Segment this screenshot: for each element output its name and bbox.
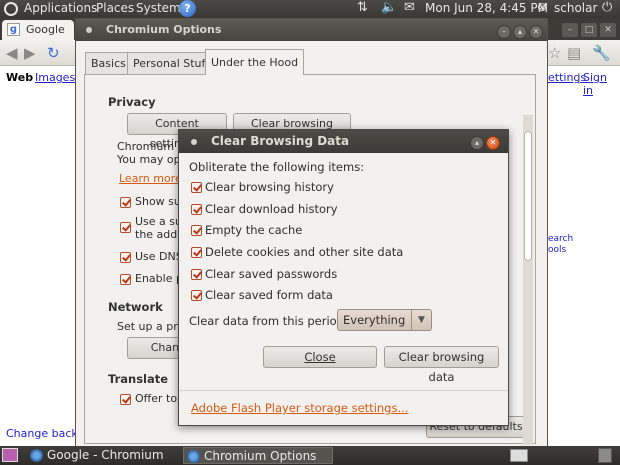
window-menu-icon[interactable]	[86, 27, 92, 33]
clear-history-label: Clear browsing history	[205, 180, 334, 194]
options-maximize-icon[interactable]: ▴	[513, 25, 527, 39]
maximize-icon[interactable]: □	[581, 23, 597, 37]
bottom-panel: Google - Chromium Chromium Options	[0, 446, 620, 465]
task-chromium-options-label: Chromium Options	[204, 449, 317, 463]
dialog-menu-icon[interactable]	[191, 139, 197, 145]
star-icon[interactable]: ☆	[548, 44, 561, 62]
power-icon[interactable]: ⏻	[602, 0, 612, 15]
clear-passwords-checkbox[interactable]	[191, 269, 202, 280]
dialog-separator	[179, 390, 508, 391]
period-select[interactable]: Everything ▼	[337, 309, 432, 331]
options-close-icon[interactable]: ✕	[529, 25, 543, 39]
chromium-icon	[30, 449, 43, 462]
browser-tab-title: Google	[26, 23, 65, 36]
menu-applications[interactable]: Applications	[24, 1, 97, 15]
browser-window-controls: – □ ✕	[559, 21, 616, 37]
volume-icon[interactable]: 🔈	[381, 0, 397, 15]
wrench-icon[interactable]: 🔧	[592, 44, 611, 62]
mail-icon[interactable]: ✉	[404, 0, 415, 15]
clock[interactable]: Mon Jun 28, 4:45 PM	[425, 1, 548, 15]
privacy-desc-line2: You may opt	[117, 153, 185, 166]
clear-passwords-label: Clear saved passwords	[205, 267, 338, 281]
dialog-intro: Obliterate the following items:	[189, 160, 365, 174]
suggest-checkbox[interactable]	[120, 197, 131, 208]
dns-checkbox[interactable]	[120, 252, 131, 263]
clear-browsing-data-dialog: Clear Browsing Data ▴ ✕ Obliterate the fo…	[178, 129, 509, 426]
clear-downloads-checkbox[interactable]	[191, 204, 202, 215]
options-titlebar: Chromium Options – ▴ ✕	[76, 19, 547, 41]
options-minimize-icon[interactable]: –	[497, 25, 511, 39]
google-favicon-icon: g	[7, 23, 20, 36]
empty-cache-label: Empty the cache	[205, 223, 303, 237]
reload-icon[interactable]: ↻	[47, 44, 60, 62]
user-name[interactable]: scholar	[554, 1, 597, 15]
menu-places[interactable]: Places	[96, 1, 134, 15]
google-nav-web[interactable]: Web	[6, 71, 33, 84]
dialog-titlebar: Clear Browsing Data ▴ ✕	[179, 130, 508, 153]
clear-form-data-checkbox[interactable]	[191, 290, 202, 301]
flash-settings-link[interactable]: Adobe Flash Player storage settings...	[191, 401, 408, 415]
options-title: Chromium Options	[106, 23, 222, 36]
google-nav-images[interactable]: Images	[35, 71, 75, 84]
menu-system[interactable]: System	[136, 1, 181, 15]
dialog-title: Clear Browsing Data	[211, 134, 350, 148]
learn-more-link[interactable]: Learn more	[119, 172, 182, 185]
top-panel: Applications Places System ? ⇅ 🔈 ✉ Mon J…	[0, 0, 620, 18]
task-google-chromium[interactable]: Google - Chromium	[27, 447, 179, 464]
options-scrollbar[interactable]	[523, 115, 533, 445]
help-icon[interactable]: ?	[179, 0, 196, 17]
task-chromium-options[interactable]: Chromium Options	[183, 447, 333, 464]
options-scroll-thumb[interactable]	[524, 131, 532, 261]
task-google-chromium-label: Google - Chromium	[47, 448, 164, 462]
chevron-down-icon[interactable]: ▼	[411, 310, 431, 330]
network-icon[interactable]: ⇅	[357, 0, 368, 15]
trash-icon[interactable]	[598, 448, 612, 463]
user-status-icon: ⊗	[537, 0, 548, 14]
workspace-switcher[interactable]	[510, 449, 528, 462]
tab-personal-stuff[interactable]: Personal Stuff	[127, 52, 216, 74]
dialog-maximize-icon[interactable]: ▴	[470, 136, 484, 150]
google-search-link[interactable]: earch	[548, 234, 573, 244]
page-menu-icon[interactable]: ▤	[567, 44, 581, 62]
translate-checkbox[interactable]	[120, 394, 131, 405]
link-separator: |	[577, 71, 581, 84]
google-signin-link[interactable]: Sign in	[583, 71, 620, 97]
browser-tab[interactable]: g Google	[2, 20, 74, 40]
clear-form-data-label: Clear saved form data	[205, 288, 333, 302]
tab-under-the-hood[interactable]: Under the Hood	[205, 49, 305, 75]
period-label: Clear data from this period:	[189, 314, 348, 328]
clear-browsing-data-confirm-button[interactable]: Clear browsing data	[384, 346, 499, 384]
clear-history-checkbox[interactable]	[191, 182, 202, 193]
delete-cookies-checkbox[interactable]	[191, 247, 202, 258]
navigation-checkbox[interactable]	[120, 222, 131, 233]
empty-cache-checkbox[interactable]	[191, 225, 202, 236]
privacy-heading: Privacy	[108, 95, 156, 109]
google-tools-link[interactable]: ools	[548, 245, 566, 255]
chromium-icon	[187, 450, 200, 463]
translate-heading: Translate	[108, 372, 169, 386]
period-select-value: Everything	[343, 313, 406, 327]
forward-icon[interactable]: ▶	[24, 44, 36, 62]
ubuntu-logo-icon[interactable]	[4, 2, 18, 16]
close-icon[interactable]: ✕	[600, 23, 616, 37]
network-heading: Network	[108, 300, 163, 314]
minimize-icon[interactable]: –	[562, 23, 578, 37]
show-desktop-icon[interactable]	[2, 448, 18, 462]
delete-cookies-label: Delete cookies and other site data	[205, 245, 404, 259]
phishing-checkbox[interactable]	[120, 274, 131, 285]
clear-downloads-label: Clear download history	[205, 202, 338, 216]
back-icon[interactable]: ◀	[6, 44, 18, 62]
dns-label: Use DNS	[135, 250, 183, 263]
close-button[interactable]: Close	[263, 346, 377, 368]
tab-basics[interactable]: Basics	[85, 52, 132, 74]
dialog-close-icon[interactable]: ✕	[486, 136, 500, 150]
